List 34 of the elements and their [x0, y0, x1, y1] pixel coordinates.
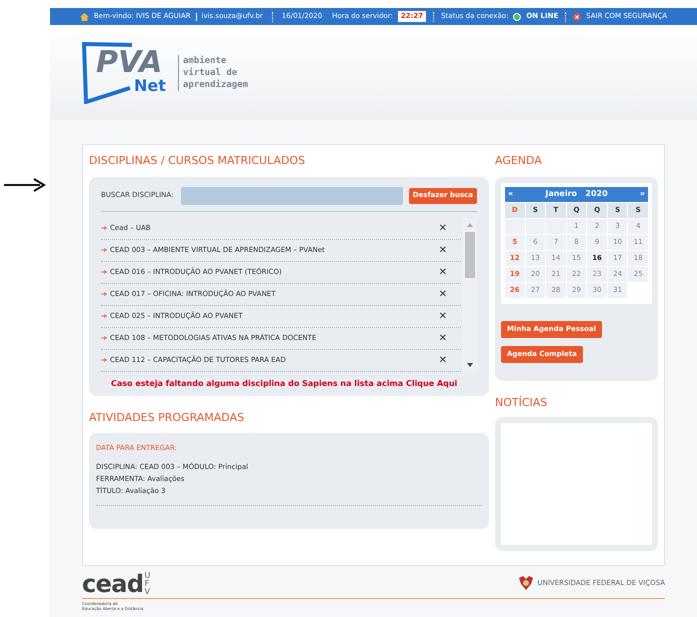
- arrow-icon: [101, 248, 107, 252]
- remove-button[interactable]: ✕: [438, 330, 447, 346]
- section-title: DISCIPLINAS / CURSOS MATRICULADOS: [89, 153, 306, 169]
- search-field[interactable]: [180, 186, 403, 204]
- online-icon: [513, 12, 522, 20]
- scrollbar-thumb[interactable]: [465, 232, 475, 278]
- arrow-icon: [101, 358, 107, 362]
- arrow-icon: [101, 292, 107, 296]
- scroll-down-icon[interactable]: [466, 362, 474, 368]
- arrow-icon: [4, 178, 46, 192]
- section-title: NOTÍCIAS: [495, 394, 548, 410]
- coat-of-arms-icon: [518, 576, 534, 590]
- close-icon: [573, 12, 582, 20]
- next-month-button[interactable]: »: [640, 188, 645, 200]
- remove-button[interactable]: ✕: [438, 220, 447, 236]
- logo-tagline: ambiente virtual de aprendizagem: [178, 54, 248, 90]
- remove-button[interactable]: ✕: [438, 242, 447, 258]
- scrollbar[interactable]: [463, 218, 477, 372]
- remove-button[interactable]: ✕: [438, 264, 447, 280]
- scroll-up-icon[interactable]: [466, 222, 474, 228]
- section-title: ATIVIDADES PROGRAMADAS: [89, 410, 246, 426]
- arrow-icon: [101, 336, 107, 340]
- arrow-icon: [101, 270, 107, 274]
- missing-course-link[interactable]: Caso esteja faltando alguma disciplina do Sapiens na lista acima Clique Aqui: [101, 378, 477, 390]
- remove-button[interactable]: ✕: [438, 308, 447, 324]
- section-title: AGENDA: [495, 153, 543, 169]
- logo-drawing: PVA Net: [82, 42, 174, 104]
- remove-button[interactable]: ✕: [438, 352, 447, 368]
- month-title: Janeiro 2020: [544, 188, 609, 200]
- remove-button[interactable]: ✕: [438, 286, 447, 302]
- home-icon[interactable]: [80, 12, 89, 20]
- arrow-icon: [101, 226, 107, 230]
- arrow-icon: [101, 314, 107, 318]
- previous-month-button[interactable]: «: [508, 188, 514, 200]
